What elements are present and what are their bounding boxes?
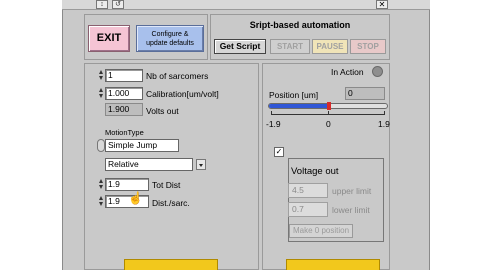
sarcomers-input[interactable]: 1 [105, 69, 143, 82]
voltage-enable-checkbox[interactable]: ✓ [274, 147, 284, 157]
bottom-right-button[interactable] [286, 259, 380, 270]
motion-type-select[interactable]: Simple Jump [105, 139, 179, 152]
configure-update-defaults-button[interactable]: Configure & update defaults [136, 25, 204, 52]
motion-type-label: MotionType [105, 128, 144, 137]
pause-button[interactable]: PAUSE [312, 39, 348, 54]
upper-limit-input[interactable]: 4.5 [288, 183, 328, 198]
voltage-out-title: Voltage out [291, 166, 339, 177]
slider-tick-mid [328, 111, 329, 115]
sarcomers-spinner[interactable] [98, 69, 104, 82]
calibration-label: Calibration[um/volt] [146, 89, 219, 99]
make-zero-position-button[interactable]: Make 0 position [289, 224, 353, 238]
config-label-line2: update defaults [146, 40, 194, 47]
in-action-led [372, 66, 383, 77]
position-slider-fill [269, 104, 328, 108]
slider-tick-min [271, 111, 272, 115]
close-icon[interactable]: ✕ [376, 0, 388, 9]
tot-dist-label: Tot Dist [152, 180, 181, 190]
script-panel-title: Sript-based automation [249, 20, 351, 30]
volts-out-label: Volts out [146, 106, 179, 116]
upper-limit-label: upper limit [332, 186, 372, 196]
position-slider-thumb[interactable] [327, 102, 331, 110]
hand-cursor-icon: ☝ [128, 191, 143, 205]
sarcomers-label: Nb of sarcomers [146, 71, 209, 81]
calibration-spinner[interactable] [98, 87, 104, 100]
get-script-button[interactable]: Get Script [214, 39, 266, 54]
stop-button[interactable]: STOP [350, 39, 386, 54]
start-button[interactable]: START [270, 39, 310, 54]
refresh-icon[interactable]: ↺ [112, 0, 124, 9]
in-action-label: In Action [331, 67, 364, 77]
position-label: Position [um] [269, 90, 319, 100]
calibration-input[interactable]: 1.000 [105, 87, 143, 100]
dist-sarc-spinner[interactable] [98, 195, 104, 208]
tot-dist-input[interactable]: 1.9 [105, 178, 149, 191]
slider-min-label: -1.9 [266, 119, 281, 129]
config-label-line1: Configure & [151, 31, 189, 38]
chevron-down-icon[interactable] [196, 159, 206, 170]
slider-tick-max [384, 111, 385, 115]
motion-type-ring-button[interactable] [97, 139, 105, 152]
dist-sarc-label: Dist./sarc. [152, 198, 190, 208]
lower-limit-label: lower limit [332, 205, 370, 215]
bottom-left-button[interactable] [124, 259, 218, 270]
position-value-indicator: 0 [345, 87, 385, 100]
tot-dist-spinner[interactable] [98, 178, 104, 191]
volts-out-indicator: 1.900 [105, 103, 143, 116]
lower-limit-input[interactable]: 0.7 [288, 202, 328, 217]
resize-icon[interactable]: ↕ [96, 0, 108, 9]
slider-max-label: 1.9 [378, 119, 390, 129]
mode-select[interactable]: Relative [105, 158, 193, 171]
slider-mid-label: 0 [326, 119, 331, 129]
exit-button[interactable]: EXIT [88, 25, 130, 52]
